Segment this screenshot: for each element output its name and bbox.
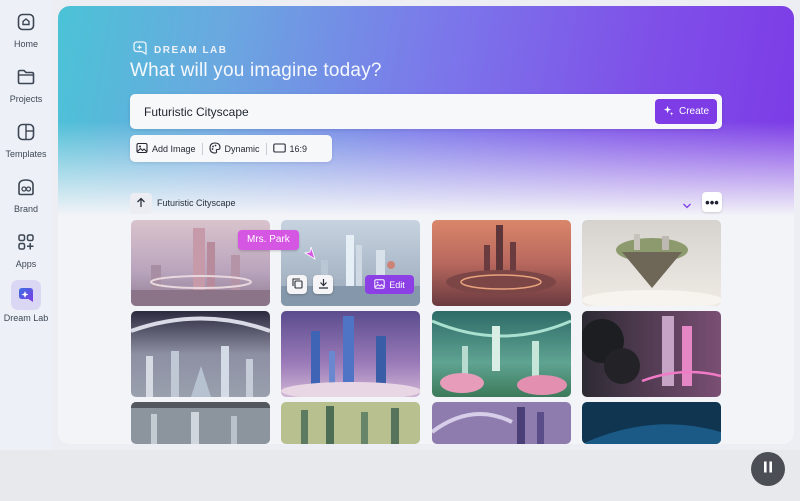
generated-image[interactable] bbox=[281, 402, 420, 444]
history-header: Futuristic Cityscape ••• bbox=[130, 192, 722, 215]
edit-image-button[interactable]: Edit bbox=[365, 275, 414, 294]
image-actions bbox=[287, 275, 333, 294]
add-image-label: Add Image bbox=[152, 143, 196, 154]
download-icon bbox=[318, 276, 329, 294]
arrow-up-icon bbox=[136, 195, 146, 213]
generated-image[interactable] bbox=[582, 311, 721, 397]
sidebar-item-dream-lab[interactable]: Dream Lab bbox=[2, 280, 50, 330]
collaborator-cursor-icon bbox=[303, 245, 317, 266]
prompt-input[interactable] bbox=[142, 94, 646, 131]
image-edit-icon bbox=[374, 278, 385, 291]
sidebar-item-home[interactable]: Home bbox=[2, 8, 50, 58]
aspect-ratio-label: 16:9 bbox=[289, 143, 308, 154]
sidebar-item-projects[interactable]: Projects bbox=[2, 63, 50, 113]
aspect-ratio-icon bbox=[272, 142, 286, 155]
generation-options: Add Image Dynamic 16:9 bbox=[130, 135, 332, 162]
generated-image[interactable] bbox=[582, 402, 721, 444]
copy-icon bbox=[291, 276, 303, 294]
generated-image[interactable] bbox=[281, 311, 420, 397]
dream-lab-icon bbox=[11, 280, 41, 310]
copy-button[interactable] bbox=[287, 275, 307, 294]
collaborator-tag: Mrs. Park bbox=[238, 230, 299, 250]
create-button-label: Create bbox=[678, 106, 709, 117]
pause-icon bbox=[762, 460, 774, 479]
templates-icon bbox=[15, 121, 37, 143]
sidebar: Home Projects Templates Brand Apps Dream… bbox=[0, 0, 52, 450]
pause-button[interactable] bbox=[751, 452, 785, 486]
sidebar-item-label: Projects bbox=[9, 94, 43, 104]
style-selector[interactable]: Dynamic bbox=[203, 135, 266, 162]
sparkle-icon bbox=[663, 105, 674, 119]
brand-icon bbox=[15, 176, 37, 198]
folder-icon bbox=[15, 66, 37, 88]
sidebar-item-label: Home bbox=[13, 39, 38, 49]
bottom-bar bbox=[0, 450, 800, 501]
generated-image[interactable] bbox=[432, 220, 571, 306]
prompt-bar: Create bbox=[130, 94, 722, 131]
more-options-button[interactable]: ••• bbox=[702, 192, 722, 212]
sidebar-item-apps[interactable]: Apps bbox=[2, 228, 50, 278]
generated-image[interactable] bbox=[432, 402, 571, 444]
reuse-prompt-button[interactable] bbox=[130, 193, 152, 214]
aspect-ratio-selector[interactable]: 16:9 bbox=[267, 135, 314, 162]
dream-lab-brand: DREAM LAB bbox=[132, 40, 228, 61]
apps-icon bbox=[15, 231, 37, 253]
history-prompt-label: Futuristic Cityscape bbox=[157, 198, 236, 208]
sidebar-item-label: Brand bbox=[13, 204, 39, 214]
add-image-button[interactable]: Add Image bbox=[130, 135, 202, 162]
sidebar-item-templates[interactable]: Templates bbox=[2, 118, 50, 168]
generated-image[interactable] bbox=[131, 311, 270, 397]
sidebar-item-label: Templates bbox=[5, 149, 47, 159]
download-button[interactable] bbox=[313, 275, 333, 294]
edit-label: Edit bbox=[389, 279, 405, 290]
generated-image[interactable] bbox=[131, 402, 270, 444]
generated-image[interactable] bbox=[432, 311, 571, 397]
palette-icon bbox=[208, 141, 221, 156]
generated-image[interactable] bbox=[582, 220, 721, 306]
chevron-down-icon[interactable] bbox=[682, 197, 692, 215]
page-title: What will you imagine today? bbox=[130, 60, 382, 81]
image-icon bbox=[136, 142, 148, 156]
style-label: Dynamic bbox=[224, 143, 260, 154]
sidebar-item-brand[interactable]: Brand bbox=[2, 173, 50, 223]
dream-lab-logo-icon bbox=[132, 40, 148, 61]
create-button[interactable]: Create bbox=[655, 99, 717, 124]
sidebar-item-label: Apps bbox=[15, 259, 37, 269]
home-icon bbox=[15, 11, 37, 33]
brand-label: DREAM LAB bbox=[154, 45, 228, 56]
sidebar-item-label: Dream Lab bbox=[3, 313, 49, 323]
